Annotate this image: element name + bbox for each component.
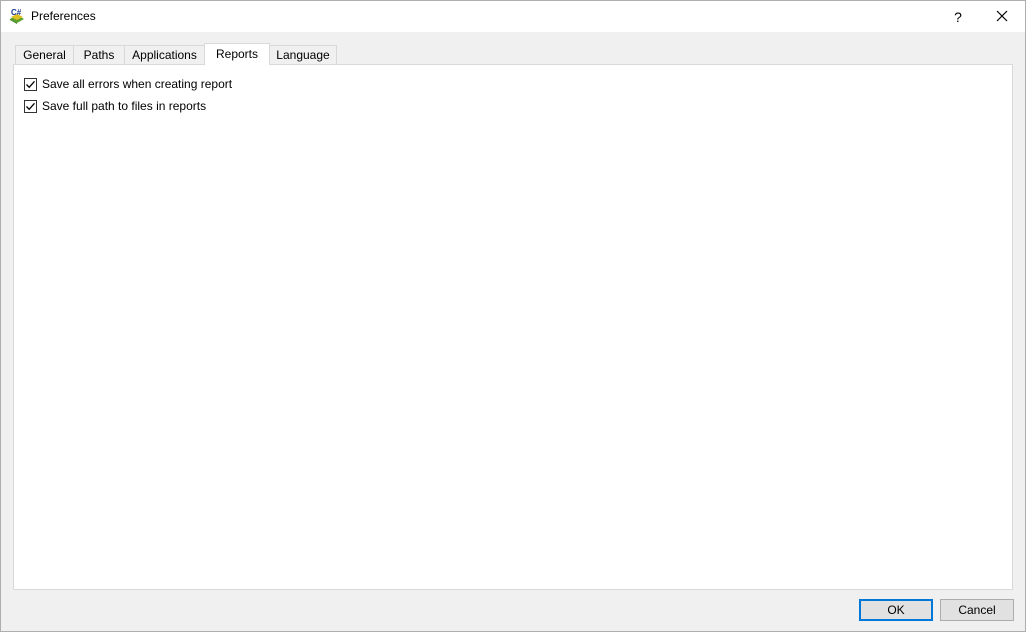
save-full-path-checkbox[interactable] xyxy=(24,99,37,113)
tab-applications[interactable]: Applications xyxy=(124,45,205,64)
close-button[interactable] xyxy=(979,1,1025,32)
save-all-errors-label[interactable]: Save all errors when creating report xyxy=(42,77,232,91)
tab-general[interactable]: General xyxy=(15,45,74,64)
reports-tab-panel: Save all errors when creating report Sav… xyxy=(13,64,1013,590)
window-title: Preferences xyxy=(31,9,96,23)
save-full-path-label[interactable]: Save full path to files in reports xyxy=(42,99,206,113)
tab-language[interactable]: Language xyxy=(269,45,337,64)
app-icon: C# xyxy=(9,8,25,24)
checkmark-icon xyxy=(26,80,35,88)
ok-button[interactable]: OK xyxy=(859,599,933,621)
help-button[interactable]: ? xyxy=(935,1,981,32)
option-save-all-errors[interactable]: Save all errors when creating report xyxy=(24,76,232,92)
save-all-errors-checkbox[interactable] xyxy=(24,77,37,91)
close-icon xyxy=(996,9,1008,25)
title-bar: C# Preferences ? xyxy=(1,1,1025,32)
checkmark-icon xyxy=(26,102,35,110)
tab-paths[interactable]: Paths xyxy=(73,45,125,64)
svg-text:C#: C# xyxy=(11,8,22,17)
preferences-dialog: C# Preferences ? General Paths Applicati… xyxy=(0,0,1026,632)
cancel-button[interactable]: Cancel xyxy=(940,599,1014,621)
tab-reports[interactable]: Reports xyxy=(204,43,270,65)
option-save-full-path[interactable]: Save full path to files in reports xyxy=(24,98,206,114)
